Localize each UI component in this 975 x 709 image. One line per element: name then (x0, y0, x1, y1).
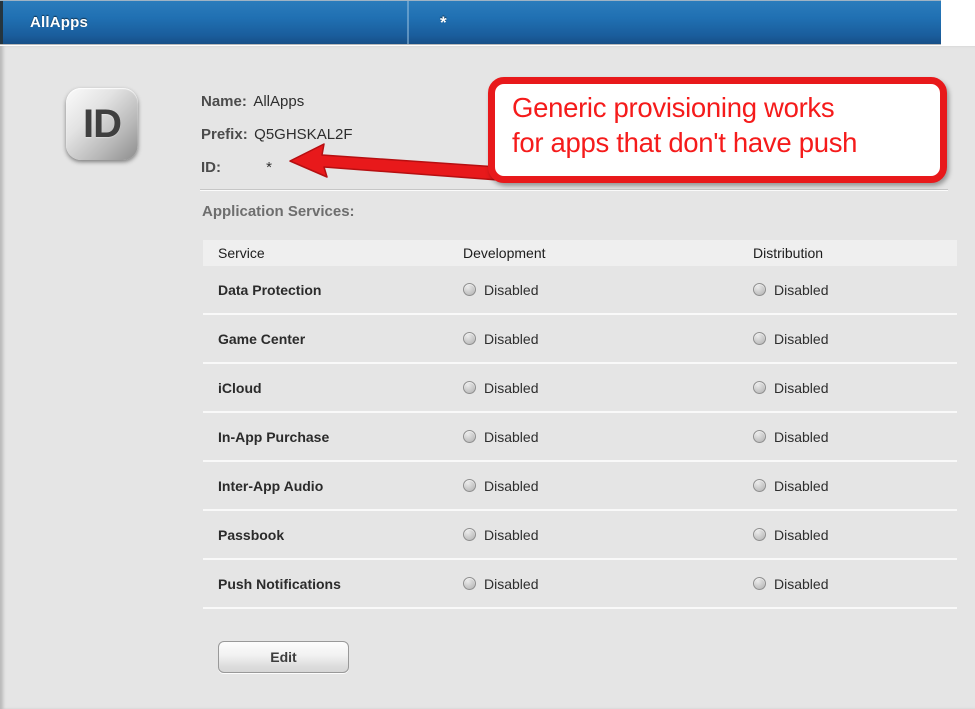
service-name: Passbook (218, 511, 284, 558)
annotation-arrow-icon (272, 138, 502, 194)
header-bar: AllApps * (0, 0, 941, 45)
services-table: Service Development Distribution Data Pr… (203, 240, 957, 609)
distribution-status: Disabled (753, 315, 828, 362)
service-name: In-App Purchase (218, 413, 329, 460)
edit-button[interactable]: Edit (218, 641, 349, 673)
radio-disabled-icon (463, 332, 476, 345)
table-row-inter-app-audio: Inter-App Audio Disabled Disabled (203, 462, 957, 511)
status-label: Disabled (484, 527, 538, 543)
development-status: Disabled (463, 413, 538, 460)
app-id-icon: ID (66, 88, 138, 160)
radio-disabled-icon (753, 381, 766, 394)
detail-name-row: Name: AllApps (201, 93, 304, 110)
callout-text-line1: Generic provisioning works (512, 90, 940, 125)
development-status: Disabled (463, 315, 538, 362)
column-header-development: Development (463, 240, 546, 266)
table-row-icloud: iCloud Disabled Disabled (203, 364, 957, 413)
callout-text-line2: for apps that don't have push (512, 125, 940, 160)
radio-disabled-icon (753, 283, 766, 296)
radio-disabled-icon (463, 283, 476, 296)
name-label: Name: (201, 93, 250, 110)
development-status: Disabled (463, 364, 538, 411)
distribution-status: Disabled (753, 511, 828, 558)
distribution-status: Disabled (753, 462, 828, 509)
status-label: Disabled (774, 380, 828, 396)
table-row-game-center: Game Center Disabled Disabled (203, 315, 957, 364)
annotation-callout: Generic provisioning works for apps that… (488, 77, 947, 183)
radio-disabled-icon (463, 381, 476, 394)
development-status: Disabled (463, 266, 538, 313)
status-label: Disabled (484, 282, 538, 298)
service-name: Push Notifications (218, 560, 341, 607)
status-label: Disabled (484, 478, 538, 494)
column-header-service: Service (218, 240, 265, 266)
radio-disabled-icon (753, 528, 766, 541)
id-label: ID: (201, 159, 262, 176)
radio-disabled-icon (753, 332, 766, 345)
tab-app-id-label: * (440, 13, 447, 33)
radio-disabled-icon (463, 528, 476, 541)
app-id-detail-page: AllApps * ID Name: AllApps Prefix: Q5GHS… (0, 0, 975, 709)
service-name: iCloud (218, 364, 262, 411)
development-status: Disabled (463, 462, 538, 509)
status-label: Disabled (774, 478, 828, 494)
service-name: Data Protection (218, 266, 321, 313)
table-row-push-notifications: Push Notifications Disabled Disabled (203, 560, 957, 609)
status-label: Disabled (484, 429, 538, 445)
status-label: Disabled (774, 527, 828, 543)
services-table-header: Service Development Distribution (203, 240, 957, 266)
development-status: Disabled (463, 511, 538, 558)
distribution-status: Disabled (753, 266, 828, 313)
application-services-heading: Application Services: (202, 203, 355, 220)
distribution-status: Disabled (753, 560, 828, 607)
radio-disabled-icon (463, 577, 476, 590)
status-label: Disabled (774, 331, 828, 347)
radio-disabled-icon (463, 479, 476, 492)
status-label: Disabled (484, 331, 538, 347)
radio-disabled-icon (463, 430, 476, 443)
development-status: Disabled (463, 560, 538, 607)
status-label: Disabled (774, 429, 828, 445)
tab-app-name-label: AllApps (30, 14, 88, 31)
radio-disabled-icon (753, 577, 766, 590)
tab-app-id[interactable]: * (407, 1, 941, 44)
service-name: Inter-App Audio (218, 462, 323, 509)
tab-app-name[interactable]: AllApps (0, 1, 405, 44)
name-value: AllApps (253, 93, 304, 110)
distribution-status: Disabled (753, 364, 828, 411)
status-label: Disabled (774, 282, 828, 298)
status-label: Disabled (484, 576, 538, 592)
column-header-distribution: Distribution (753, 240, 823, 266)
radio-disabled-icon (753, 479, 766, 492)
detail-panel: ID Name: AllApps Prefix: Q5GHSKAL2F ID: … (0, 46, 975, 709)
id-glyph: ID (83, 102, 121, 147)
table-row-passbook: Passbook Disabled Disabled (203, 511, 957, 560)
status-label: Disabled (484, 380, 538, 396)
distribution-status: Disabled (753, 413, 828, 460)
table-row-in-app-purchase: In-App Purchase Disabled Disabled (203, 413, 957, 462)
status-label: Disabled (774, 576, 828, 592)
radio-disabled-icon (753, 430, 766, 443)
detail-id-row: ID: * (201, 159, 272, 176)
service-name: Game Center (218, 315, 305, 362)
table-row-data-protection: Data Protection Disabled Disabled (203, 266, 957, 315)
prefix-label: Prefix: (201, 126, 250, 143)
